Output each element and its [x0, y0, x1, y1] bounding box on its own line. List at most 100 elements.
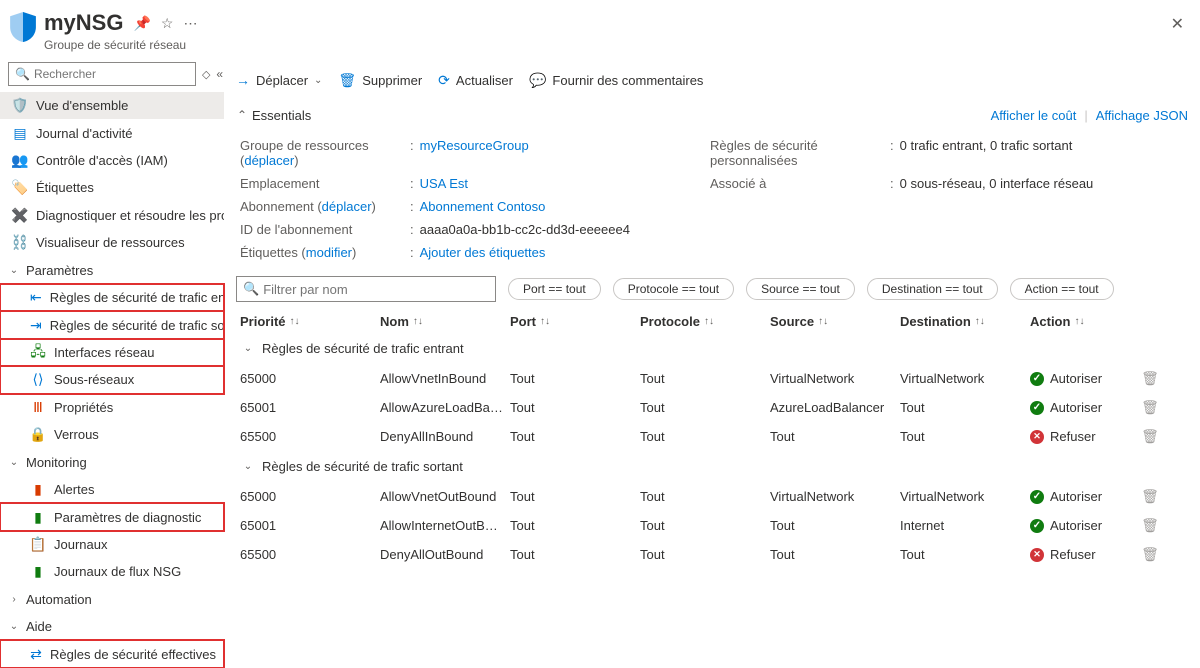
table-row[interactable]: 65000AllowVnetInBoundToutToutVirtualNetw… — [236, 364, 1188, 393]
move-sub-link[interactable]: déplacer — [322, 199, 372, 214]
cell-name: AllowVnetOutBound — [380, 489, 510, 504]
delete-row-button[interactable]: 🗑 — [1130, 428, 1170, 445]
feedback-button[interactable]: 💬Fournir des commentaires — [529, 72, 703, 89]
col-priority[interactable]: Priorité↑↓ — [240, 314, 380, 329]
sidebar-item-outbound-rules[interactable]: ⇥ Règles de sécurité de trafic sortant — [0, 311, 224, 338]
table-row[interactable]: 65001AllowInternetOutBoundToutToutToutIn… — [236, 511, 1188, 540]
pill-destination[interactable]: Destination == tout — [867, 278, 998, 300]
pill-protocol[interactable]: Protocole == tout — [613, 278, 734, 300]
sidebar-item-subnets[interactable]: ⟨⟩ Sous-réseaux — [0, 366, 224, 393]
star-icon[interactable]: ☆ — [161, 15, 174, 32]
json-view-link[interactable]: Affichage JSON — [1096, 108, 1188, 123]
refresh-button[interactable]: ⟳Actualiser — [438, 72, 513, 89]
sidebar-item-alerts[interactable]: ▮ Alertes — [0, 476, 224, 503]
modify-tags-link[interactable]: modifier — [306, 245, 352, 260]
sidebar-item-effective-rules[interactable]: ⇄ Règles de sécurité effectives — [0, 640, 224, 667]
allow-icon — [1030, 490, 1044, 504]
pill-action[interactable]: Action == tout — [1010, 278, 1114, 300]
sub-link[interactable]: Abonnement Contoso — [420, 199, 546, 214]
sidebar-item-label: Contrôle d'accès (IAM) — [36, 153, 168, 168]
cell-name: AllowAzureLoadBalancer... — [380, 400, 510, 415]
sort-icon: ↑↓ — [290, 316, 300, 327]
ess-subid-value: aaaa0a0a-bb1b-cc2c-dd3d-eeeeee4 — [410, 222, 710, 237]
ess-sub-label: Abonnement (déplacer) — [240, 199, 410, 214]
more-icon[interactable]: ⋯ — [183, 15, 197, 32]
table-row[interactable]: 65500DenyAllOutBoundToutToutToutToutRefu… — [236, 540, 1188, 569]
essentials-header[interactable]: ⌃ Essentials Afficher le coût | Affichag… — [236, 100, 1188, 130]
move-button[interactable]: →Déplacer⌄ — [236, 72, 322, 88]
chevron-down-icon: ⌄ — [242, 461, 254, 472]
ess-assoc-value: 0 sous-réseau, 0 interface réseau — [890, 176, 1170, 191]
sidebar-item-inbound-rules[interactable]: ⇤ Règles de sécurité de trafic entrant — [0, 284, 224, 311]
diagnose-icon: ✖️ — [12, 207, 28, 223]
diag-icon: ▮ — [30, 509, 46, 525]
label-text: Étiquettes ( — [240, 245, 306, 260]
sidebar-item-tags[interactable]: 🏷️ Étiquettes — [0, 174, 224, 201]
delete-row-button[interactable]: 🗑 — [1130, 370, 1170, 387]
cell-port: Tout — [510, 547, 640, 562]
delete-row-button[interactable]: 🗑 — [1130, 399, 1170, 416]
delete-row-button[interactable]: 🗑 — [1130, 517, 1170, 534]
sidebar-item-diagnose[interactable]: ✖️ Diagnostiquer et résoudre les problèm… — [0, 202, 224, 229]
ess-tags-value: Ajouter des étiquettes — [410, 245, 710, 260]
button-label: Fournir des commentaires — [552, 73, 703, 88]
sidebar-item-overview[interactable]: 🛡️ Vue d'ensemble — [0, 92, 224, 119]
sidebar-group-settings[interactable]: ⌄ Paramètres — [0, 257, 224, 284]
table-row[interactable]: 65000AllowVnetOutBoundToutToutVirtualNet… — [236, 482, 1188, 511]
group-inbound[interactable]: ⌄ Règles de sécurité de trafic entrant — [236, 333, 1188, 364]
sidebar-item-nics[interactable]: 🖧 Interfaces réseau — [0, 339, 224, 366]
delete-row-button[interactable]: 🗑 — [1130, 546, 1170, 563]
sidebar-item-logs[interactable]: 📋 Journaux — [0, 531, 224, 558]
pin-icon[interactable]: 📌 — [133, 15, 150, 32]
name-filter[interactable]: 🔍 — [236, 276, 496, 302]
sidebar-item-label: Interfaces réseau — [54, 345, 154, 360]
sidebar-item-label: Paramètres de diagnostic — [54, 510, 201, 525]
group-outbound[interactable]: ⌄ Règles de sécurité de trafic sortant — [236, 451, 1188, 482]
sidebar-item-iam[interactable]: 👥 Contrôle d'accès (IAM) — [0, 147, 224, 174]
pill-source[interactable]: Source == tout — [746, 278, 855, 300]
page-title: myNSG — [44, 10, 123, 36]
col-destination[interactable]: Destination↑↓ — [900, 314, 1030, 329]
button-label: Supprimer — [362, 73, 422, 88]
col-port[interactable]: Port↑↓ — [510, 314, 640, 329]
sidebar-group-automation[interactable]: › Automation — [0, 586, 224, 613]
loc-link[interactable]: USA Est — [420, 176, 468, 191]
sidebar-item-diag-settings[interactable]: ▮ Paramètres de diagnostic — [0, 503, 224, 530]
sidebar-item-activity-log[interactable]: ▤ Journal d'activité — [0, 119, 224, 146]
outbound-icon: ⇥ — [30, 317, 42, 333]
col-name[interactable]: Nom↑↓ — [380, 314, 510, 329]
close-icon[interactable]: ✕ — [1167, 10, 1188, 38]
sidebar-group-help[interactable]: ⌄ Aide — [0, 613, 224, 640]
col-label: Port — [510, 314, 536, 329]
refresh-icon: ⟳ — [438, 72, 450, 89]
search-icon: 🔍 — [243, 281, 259, 297]
rg-link[interactable]: myResourceGroup — [420, 138, 529, 153]
search-icon: 🔍 — [15, 67, 30, 81]
sidebar-search[interactable]: 🔍 — [8, 62, 196, 86]
sidebar-item-properties[interactable]: Ⅲ Propriétés — [0, 394, 224, 421]
delete-button[interactable]: 🗑Supprimer — [338, 72, 422, 89]
sidebar-item-resource-visualizer[interactable]: ⛓️ Visualiseur de ressources — [0, 229, 224, 256]
col-protocol[interactable]: Protocole↑↓ — [640, 314, 770, 329]
name-filter-input[interactable] — [263, 282, 489, 297]
col-action[interactable]: Action↑↓ — [1030, 314, 1130, 329]
pill-port[interactable]: Port == tout — [508, 278, 601, 300]
view-cost-link[interactable]: Afficher le coût — [991, 108, 1077, 123]
sidebar-item-nsg-flow-logs[interactable]: ▮ Journaux de flux NSG — [0, 558, 224, 585]
move-rg-link[interactable]: déplacer — [244, 153, 294, 168]
table-row[interactable]: 65500DenyAllInBoundToutToutToutToutRefus… — [236, 422, 1188, 451]
delete-row-button[interactable]: 🗑 — [1130, 488, 1170, 505]
add-tags-link[interactable]: Ajouter des étiquettes — [420, 245, 546, 260]
sidebar-item-locks[interactable]: 🔒 Verrous — [0, 421, 224, 448]
sidebar-item-label: Verrous — [54, 427, 99, 442]
sidebar-search-input[interactable] — [34, 67, 189, 81]
cell-destination: Tout — [900, 547, 1030, 562]
sidebar-group-label: Aide — [26, 619, 52, 634]
col-source[interactable]: Source↑↓ — [770, 314, 900, 329]
sidebar-item-label: Alertes — [54, 482, 94, 497]
sidebar-group-monitoring[interactable]: ⌄ Monitoring — [0, 448, 224, 475]
collapse-icon[interactable]: « — [216, 67, 223, 81]
expand-icon[interactable]: ◇ — [202, 68, 210, 81]
table-row[interactable]: 65001AllowAzureLoadBalancer...ToutToutAz… — [236, 393, 1188, 422]
sidebar-item-label: Règles de sécurité de trafic entrant — [50, 290, 224, 305]
